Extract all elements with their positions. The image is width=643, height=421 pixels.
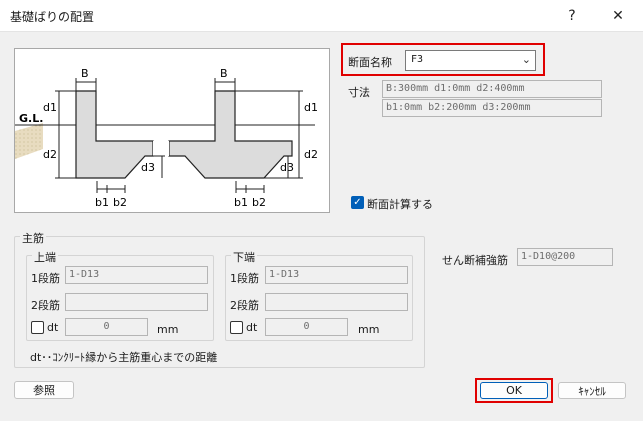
beam-section-diagram: B B d1 d2 d1 d2 d3 d3 b1 b2 b1 b2 G.L. bbox=[14, 48, 330, 213]
dim-d1-right: d1 bbox=[304, 101, 318, 114]
lower-row1-field[interactable]: 1-D13 bbox=[265, 266, 408, 284]
gl-label: G.L. bbox=[19, 112, 43, 125]
title-bar bbox=[0, 0, 643, 32]
dt-note: dt･･ｺﾝｸﾘｰﾄ縁から主筋重心までの距離 bbox=[30, 351, 218, 364]
upper-dt-unit: mm bbox=[157, 323, 179, 336]
dim-b2-right: b2 bbox=[252, 196, 266, 209]
calc-checkbox[interactable]: ✓ bbox=[351, 196, 364, 209]
close-icon: ✕ bbox=[612, 8, 624, 24]
dim-d2-right: d2 bbox=[304, 148, 318, 161]
lower-dt-checkbox[interactable] bbox=[230, 321, 243, 334]
help-button[interactable]: ? bbox=[552, 2, 592, 30]
shear-label: せん断補強筋 bbox=[442, 254, 508, 267]
reference-button[interactable]: 参照 bbox=[14, 381, 74, 399]
dim-b1-left: b1 bbox=[95, 196, 109, 209]
upper-title: 上端 bbox=[32, 249, 58, 265]
dims-row2: b1:0mm b2:200mm d3:200mm bbox=[382, 99, 602, 117]
close-button[interactable]: ✕ bbox=[598, 2, 638, 30]
right-footing bbox=[168, 90, 293, 179]
beam-section-svg: B B d1 d2 d1 d2 d3 d3 b1 b2 b1 b2 G.L. bbox=[15, 67, 318, 209]
lower-dt-field[interactable]: 0 bbox=[265, 318, 348, 336]
upper-dt-label: dt bbox=[47, 321, 59, 334]
upper-row1-label: 1段筋 bbox=[31, 272, 60, 285]
dim-d3-left: d3 bbox=[141, 161, 155, 174]
section-combo[interactable]: F3 ⌄ bbox=[405, 50, 536, 71]
main-rebar-title: 主筋 bbox=[20, 230, 46, 246]
dim-b-left: B bbox=[81, 67, 89, 80]
lower-row1-label: 1段筋 bbox=[230, 272, 259, 285]
section-label: 断面名称 bbox=[348, 56, 392, 69]
upper-dt-field[interactable]: 0 bbox=[65, 318, 148, 336]
dim-d1-left: d1 bbox=[43, 101, 57, 114]
cancel-button[interactable]: ｷｬﾝｾﾙ bbox=[558, 382, 626, 399]
section-value: F3 bbox=[411, 54, 424, 65]
dim-b1-right: b1 bbox=[234, 196, 248, 209]
window-title: 基礎ばりの配置 bbox=[10, 10, 95, 24]
dim-b2-left: b2 bbox=[113, 196, 127, 209]
shear-field[interactable]: 1-D10@200 bbox=[517, 248, 613, 266]
upper-dt-checkbox[interactable] bbox=[31, 321, 44, 334]
dim-d2-left: d2 bbox=[43, 148, 57, 161]
lower-title: 下端 bbox=[231, 249, 257, 265]
calc-label: 断面計算する bbox=[367, 198, 433, 211]
dim-d3-right: d3 bbox=[280, 161, 294, 174]
dims-label: 寸法 bbox=[348, 86, 370, 99]
upper-row2-field[interactable] bbox=[65, 293, 208, 311]
break-gap bbox=[153, 141, 169, 156]
dims-row1: B:300mm d1:0mm d2:400mm bbox=[382, 80, 602, 98]
ok-button[interactable]: OK bbox=[480, 382, 548, 399]
lower-dt-unit: mm bbox=[358, 323, 380, 336]
upper-row1-field[interactable]: 1-D13 bbox=[65, 266, 208, 284]
upper-row2-label: 2段筋 bbox=[31, 299, 60, 312]
lower-dt-label: dt bbox=[246, 321, 258, 334]
dim-b-right: B bbox=[220, 67, 228, 80]
soil-fill bbox=[15, 123, 43, 159]
lower-row2-label: 2段筋 bbox=[230, 299, 259, 312]
chevron-down-icon: ⌄ bbox=[521, 53, 531, 66]
lower-row2-field[interactable] bbox=[265, 293, 408, 311]
